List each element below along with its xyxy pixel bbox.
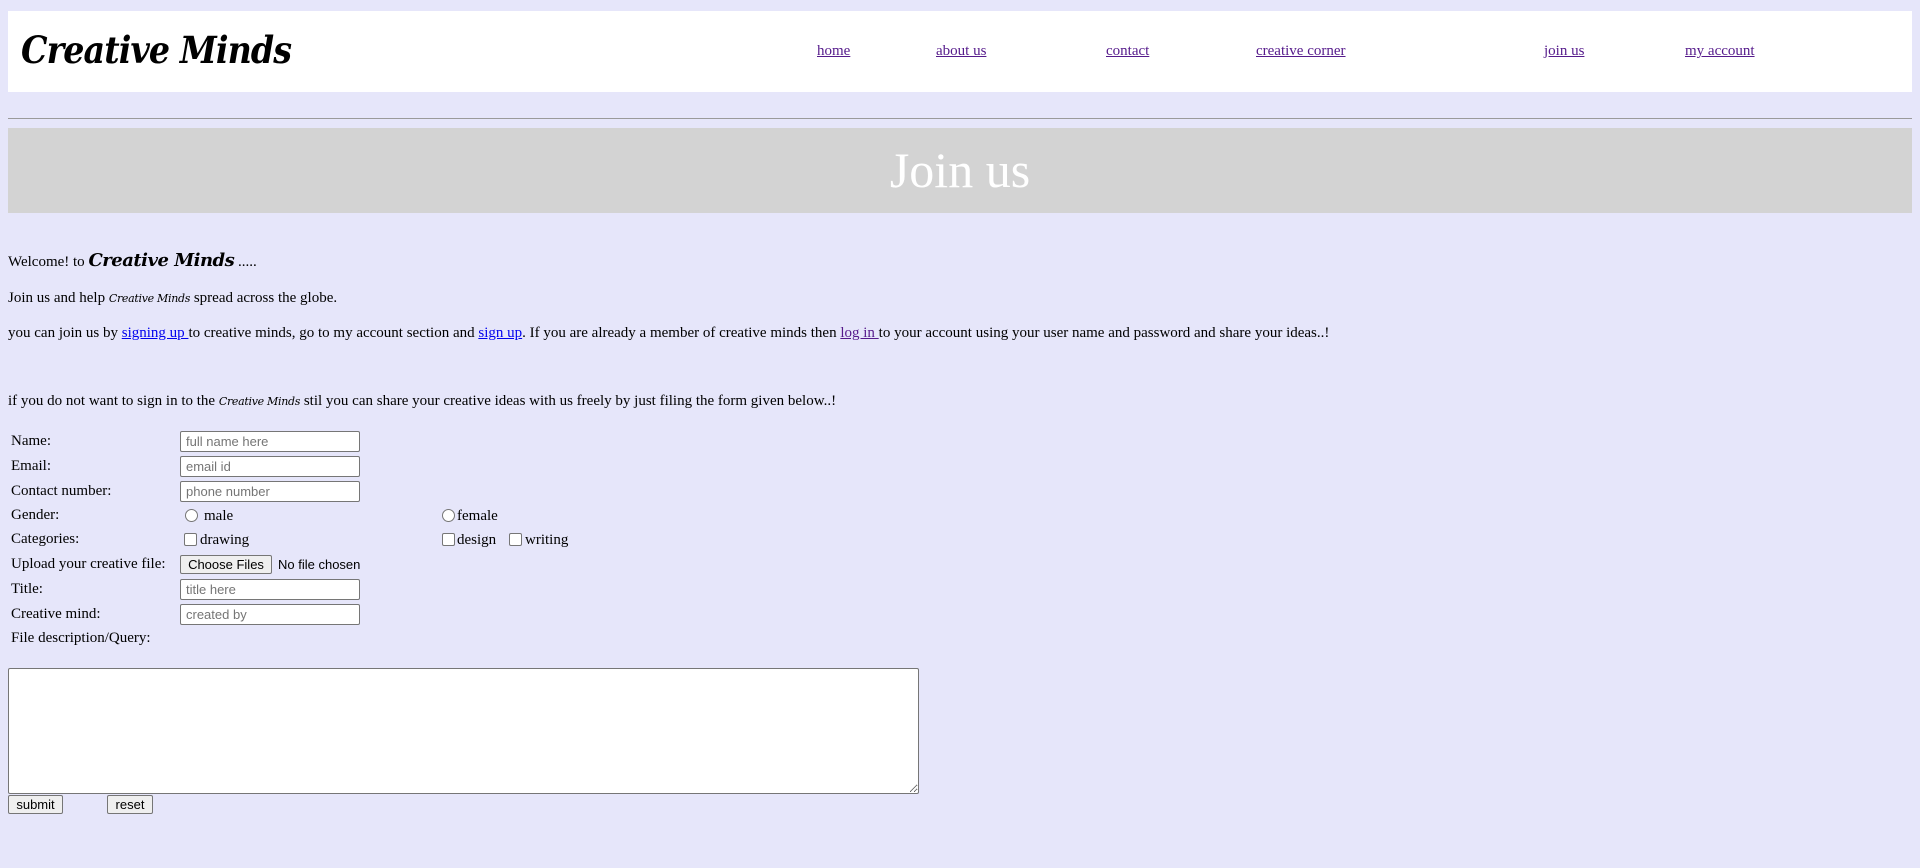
join-instructions: you can join us by signing up to creativ… (8, 325, 1329, 342)
category-drawing-checkbox[interactable] (184, 533, 197, 546)
help-text: Join us and help Creative Minds spread a… (8, 290, 337, 307)
title-label: Title: (11, 581, 43, 597)
share-prefix: if you do not want to sign in to the (8, 393, 219, 409)
join-mid-1: to creative minds, go to my account sect… (188, 325, 479, 341)
category-drawing-label: drawing (200, 532, 250, 548)
category-design-checkbox[interactable] (442, 533, 455, 546)
welcome-prefix: Welcome! to (8, 254, 89, 270)
creative-mind-label: Creative mind: (11, 606, 101, 622)
brand-name-small: Creative Minds (108, 292, 191, 305)
reset-button[interactable]: reset (107, 795, 153, 814)
choose-files-button[interactable]: Choose Files (180, 555, 272, 574)
page-banner: Join us (8, 128, 1912, 213)
welcome-suffix: ..... (234, 254, 257, 270)
gender-male-label: male (204, 508, 234, 524)
name-input[interactable] (180, 431, 360, 452)
nav-contact-link[interactable]: contact (1106, 43, 1149, 60)
divider (8, 118, 1912, 119)
join-mid-2: . If you are already a member of creativ… (522, 325, 841, 341)
brand-name: Creative Minds (88, 250, 235, 271)
share-suffix: stil you can share your creative ideas w… (300, 393, 837, 409)
gender-label: Gender: (11, 507, 60, 523)
email-input[interactable] (180, 456, 360, 477)
share-text: if you do not want to sign in to the Cre… (8, 393, 836, 410)
join-prefix: you can join us by (8, 325, 122, 341)
brand-name-small: Creative Minds (218, 395, 301, 408)
title-input[interactable] (180, 579, 360, 600)
page-title: Join us (889, 142, 1031, 198)
file-description-label: File description/Query: (11, 630, 151, 646)
nav-about-link[interactable]: about us (936, 43, 986, 60)
log-in-link[interactable]: log in (840, 325, 878, 341)
help-prefix: Join us and help (8, 290, 109, 306)
signing-up-link[interactable]: signing up (122, 325, 189, 341)
submit-button[interactable]: submit (8, 795, 63, 814)
gender-female-radio[interactable] (442, 509, 455, 522)
nav-creative-corner-link[interactable]: creative corner (1256, 43, 1346, 60)
categories-label: Categories: (11, 531, 80, 547)
sign-up-link[interactable]: sign up (478, 325, 522, 341)
contact-number-input[interactable] (180, 481, 360, 502)
nav-home-link[interactable]: home (817, 43, 850, 60)
site-header: Creative Minds home about us contact cre… (8, 11, 1912, 92)
creative-mind-input[interactable] (180, 604, 360, 625)
category-writing-checkbox[interactable] (509, 533, 522, 546)
gender-female-label: female (457, 508, 498, 524)
help-suffix: spread across the globe. (190, 290, 338, 306)
email-label: Email: (11, 458, 51, 474)
nav-join-us-link[interactable]: join us (1544, 43, 1584, 60)
file-description-textarea[interactable] (8, 668, 919, 794)
contact-number-label: Contact number: (11, 483, 112, 499)
category-design-label: design (457, 532, 497, 548)
file-status: No file chosen (278, 557, 361, 572)
upload-label: Upload your creative file: (11, 556, 166, 572)
site-logo: Creative Minds (21, 28, 292, 72)
nav-my-account-link[interactable]: my account (1685, 43, 1755, 60)
join-suffix: to your account using your user name and… (878, 325, 1330, 341)
category-writing-label: writing (525, 532, 569, 548)
welcome-text: Welcome! to Creative Minds ..... (8, 250, 257, 271)
gender-male-radio[interactable] (185, 509, 198, 522)
name-label: Name: (11, 433, 51, 449)
